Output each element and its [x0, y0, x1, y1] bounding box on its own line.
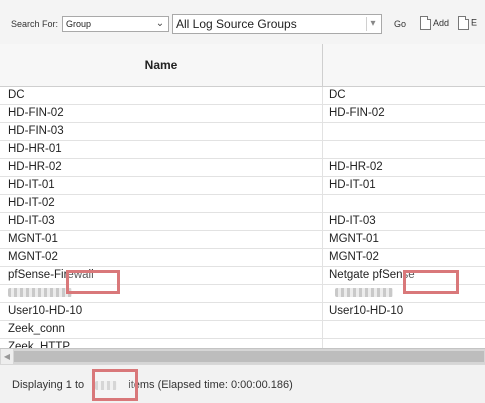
name-cell: HD-IT-02: [0, 195, 323, 212]
table-row[interactable]: DC DC: [0, 87, 485, 105]
name-cell: HD-HR-01: [0, 141, 323, 158]
edit-button[interactable]: E: [458, 16, 477, 32]
second-cell: HD-IT-01: [329, 179, 376, 191]
table-row[interactable]: HD-FIN-02 HD-FIN-02: [0, 105, 485, 123]
toolbar: Search For: Group ⌄ All Log Source Group…: [0, 0, 485, 45]
table-row[interactable]: MGNT-01 MGNT-01: [0, 231, 485, 249]
second-cell: [323, 123, 485, 140]
add-label: Add: [433, 18, 450, 28]
redacted-name-cell: [0, 285, 323, 302]
chevron-down-icon: ⌄: [155, 18, 165, 29]
name-cell: User10-HD-10: [0, 303, 323, 320]
second-cell: User10-HD-10: [329, 305, 404, 317]
edit-label: E: [471, 17, 478, 28]
table-row[interactable]: HD-HR-02 HD-HR-02: [0, 159, 485, 177]
grid-rows: DC DC HD-FIN-02 HD-FIN-02 HD-FIN-03 HD-HR-…: [0, 87, 485, 348]
status-text: Displaying 1 to items (Elapsed time: 0:0…: [12, 379, 293, 391]
go-button[interactable]: Go: [394, 19, 406, 29]
name-cell: Zeek_HTTP: [0, 339, 323, 348]
second-cell: HD-IT-03: [329, 215, 376, 227]
chevron-down-icon: ▾: [366, 17, 379, 31]
second-cell: [323, 321, 485, 338]
table-row[interactable]: HD-FIN-03: [0, 123, 485, 141]
name-cell: HD-HR-02: [0, 159, 323, 176]
name-cell: HD-IT-03: [0, 213, 323, 230]
column-header-2[interactable]: [323, 44, 485, 86]
redacted-text: [8, 288, 72, 298]
table-row[interactable]: User10-HD-10 User10-HD-10: [0, 303, 485, 321]
redacted-text: [335, 288, 393, 298]
name-cell: pfSense-Firewall: [0, 267, 323, 284]
second-cell: MGNT-02: [329, 251, 379, 263]
second-cell: HD-FIN-02: [329, 107, 385, 119]
second-cell: DC: [329, 89, 346, 101]
scrollbar-thumb[interactable]: [14, 351, 484, 362]
redaction-highlight: [92, 369, 138, 401]
redaction-highlight: [403, 270, 459, 294]
second-cell: [323, 195, 485, 212]
table-row[interactable]: HD-IT-01 HD-IT-01: [0, 177, 485, 195]
column-headers: Name: [0, 44, 485, 87]
table-row[interactable]: HD-IT-03 HD-IT-03: [0, 213, 485, 231]
horizontal-scrollbar[interactable]: ◀: [0, 348, 485, 365]
edit-document-icon: [458, 16, 469, 30]
table-row[interactable]: MGNT-02 MGNT-02: [0, 249, 485, 267]
table-row[interactable]: Zeek_conn: [0, 321, 485, 339]
second-cell: MGNT-01: [329, 233, 379, 245]
search-type-value: Group: [66, 19, 92, 29]
group-filter-value: All Log Source Groups: [176, 17, 297, 31]
second-cell: [323, 141, 485, 158]
scroll-left-icon[interactable]: ◀: [1, 349, 13, 364]
table-row[interactable]: HD-IT-02: [0, 195, 485, 213]
redaction-highlight: [66, 270, 120, 294]
new-document-icon: [420, 16, 431, 30]
name-cell: HD-FIN-02: [0, 105, 323, 122]
group-filter-select[interactable]: All Log Source Groups ▾: [172, 14, 382, 34]
name-cell: MGNT-02: [0, 249, 323, 266]
second-cell: HD-HR-02: [329, 161, 383, 173]
status-bar: Displaying 1 to items (Elapsed time: 0:0…: [0, 364, 485, 403]
name-cell: DC: [0, 87, 323, 104]
name-cell: MGNT-01: [0, 231, 323, 248]
second-cell: [323, 339, 485, 348]
status-suffix: items (Elapsed time: 0:00:00.186): [128, 379, 293, 391]
column-header-name[interactable]: Name: [0, 44, 323, 86]
add-button[interactable]: Add: [420, 16, 449, 32]
table-row[interactable]: HD-HR-01: [0, 141, 485, 159]
status-prefix: Displaying 1 to: [12, 379, 85, 391]
log-source-groups-grid: Name DC DC HD-FIN-02 HD-FIN-02 HD-FIN-03 H…: [0, 44, 485, 348]
name-cell: HD-FIN-03: [0, 123, 323, 140]
table-row[interactable]: Zeek_HTTP: [0, 339, 485, 348]
search-for-label: Search For:: [11, 19, 59, 29]
search-type-select[interactable]: Group ⌄: [62, 16, 169, 32]
name-cell: HD-IT-01: [0, 177, 323, 194]
name-cell: Zeek_conn: [0, 321, 323, 338]
